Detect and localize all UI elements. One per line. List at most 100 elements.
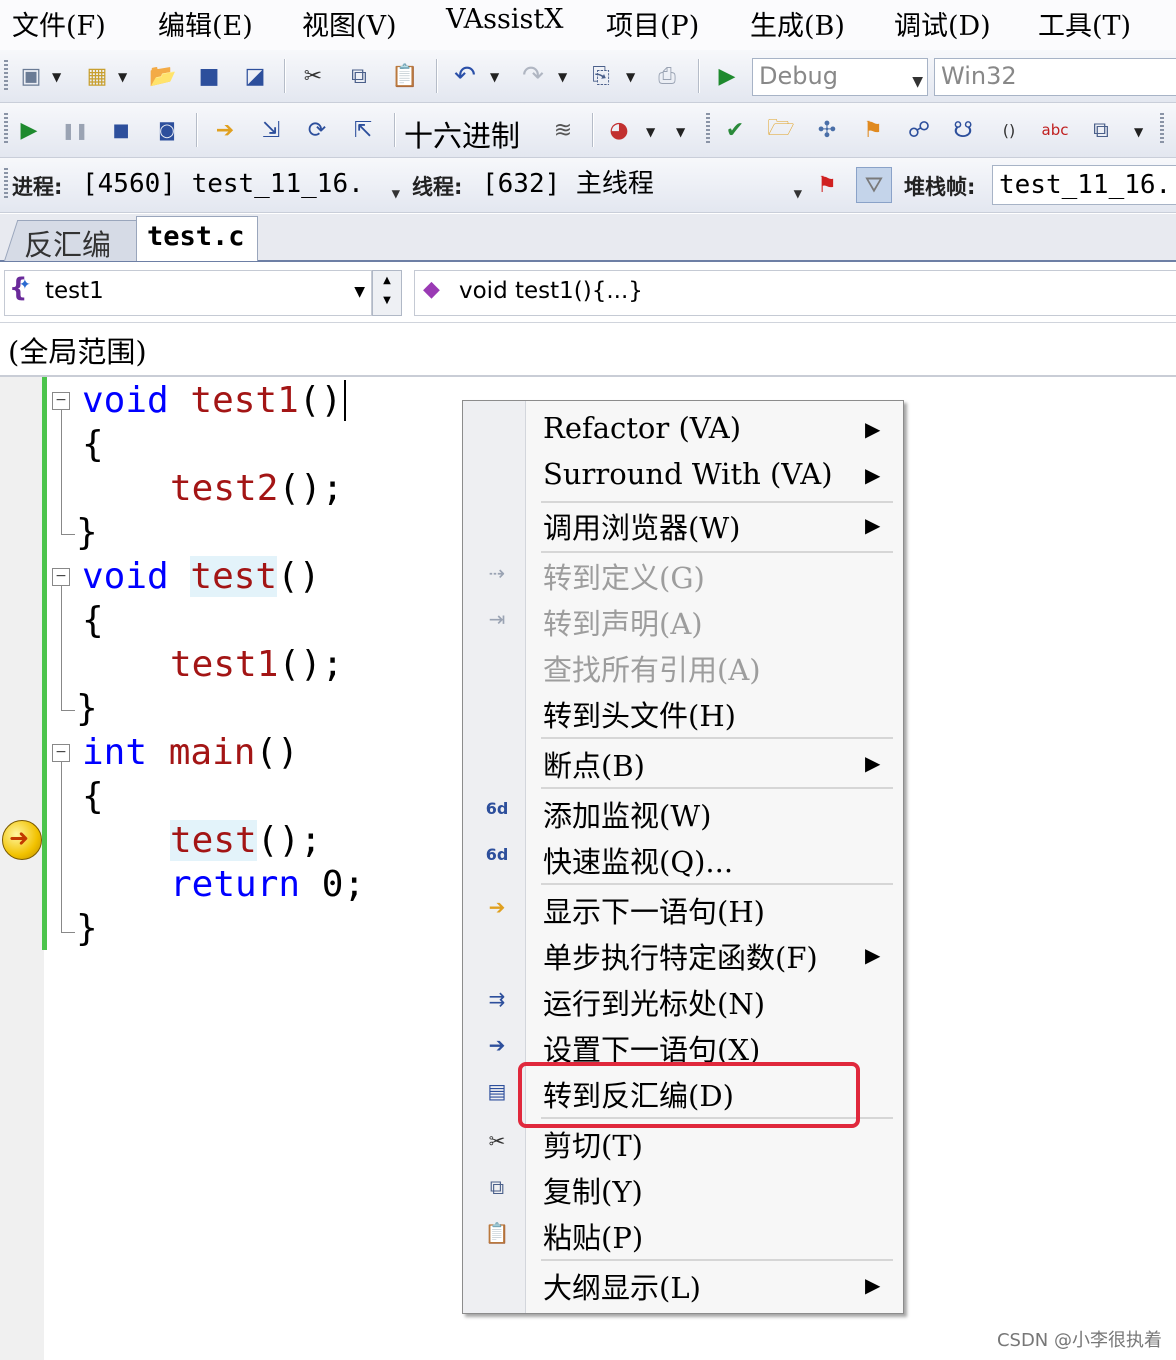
redo-icon[interactable]: ↷ [516, 59, 550, 93]
menu-item-step-into-specific[interactable]: 单步执行特定函数(F) [543, 935, 818, 977]
save-all-icon[interactable]: ◪ [238, 59, 272, 93]
menu-item-cut[interactable]: 剪切(T) [543, 1123, 643, 1165]
menu-item-paste[interactable]: 粘贴(P) [543, 1215, 643, 1257]
add-item-dropdown-icon[interactable]: ▼ [118, 70, 127, 84]
add-item-icon[interactable]: ▦ [80, 59, 114, 93]
restart-icon[interactable]: ◙ [150, 113, 184, 147]
undo-icon[interactable]: ↶ [448, 59, 482, 93]
menu-item-breakpoint[interactable]: 断点(B) [543, 743, 645, 785]
paste-icon[interactable]: 📋 [388, 59, 422, 93]
open-file-va-icon[interactable]: ☋ [946, 113, 980, 147]
code-line: } [76, 908, 98, 949]
hexadecimal-toggle[interactable]: 十六进制 [404, 113, 520, 155]
submenu-arrow-icon: ▶ [865, 1273, 881, 1297]
menu-item-go-to-declaration[interactable]: 转到声明(A) [543, 601, 703, 643]
menu-item-copy[interactable]: 复制(Y) [543, 1169, 643, 1211]
menu-view[interactable]: 视图(V) [302, 4, 397, 43]
menu-item-quick-watch[interactable]: 快速监视(Q)... [543, 839, 733, 881]
tab-test-c[interactable]: test.c [136, 216, 258, 261]
show-threads-icon[interactable]: ≋ [546, 113, 580, 147]
menu-project[interactable]: 项目(P) [606, 4, 699, 43]
list-members-icon[interactable]: ☍ [902, 113, 936, 147]
toggle-current-thread-flag-icon[interactable]: ⚑ [810, 168, 844, 202]
step-into-icon[interactable]: ⇲ [254, 113, 288, 147]
menu-item-go-to-definition[interactable]: 转到定义(G) [543, 555, 705, 597]
document-tab-bar: 反汇编 test.c [0, 214, 1176, 262]
break-all-icon[interactable]: ❚❚ [58, 113, 92, 147]
redo-dropdown-icon[interactable]: ▼ [558, 70, 567, 84]
toolbar-overflow-icon[interactable]: ▼ [676, 125, 685, 139]
windows-dropdown-icon[interactable]: ▼ [646, 125, 655, 139]
code-line: void test1() [82, 380, 368, 421]
navigate-dropdown-icon[interactable]: ▼ [626, 70, 635, 84]
parameter-info-icon[interactable]: () [992, 113, 1026, 147]
menu-tools[interactable]: 工具(T) [1038, 4, 1131, 43]
show-next-statement-icon[interactable]: ➔ [208, 113, 242, 147]
step-over-icon[interactable]: ⟳ [300, 113, 334, 147]
collapse-toggle-icon[interactable]: − [52, 392, 70, 410]
tab-disassembly-label[interactable]: 反汇编 [24, 222, 111, 264]
method-icon: ◆ [423, 277, 440, 302]
collapse-toggle-icon[interactable]: − [52, 568, 70, 586]
menu-file[interactable]: 文件(F) [12, 4, 106, 43]
toolbar-grip[interactable] [4, 113, 8, 145]
member-dropdown[interactable]: ◆ void test1(){...} [414, 270, 1176, 316]
step-out-icon[interactable]: ⇱ [346, 113, 380, 147]
open-file-icon[interactable]: 📂 [146, 59, 180, 93]
breakpoints-window-icon[interactable]: ◕ [602, 113, 636, 147]
stop-debugging-icon[interactable]: ■ [104, 113, 138, 147]
task-list-icon[interactable]: ✔ [718, 113, 752, 147]
cut-icon[interactable]: ✂ [296, 59, 330, 93]
code-line: } [76, 512, 98, 553]
navigate-backward-icon[interactable]: ⎘ [584, 59, 618, 93]
menu-build[interactable]: 生成(B) [750, 4, 845, 43]
code-line: } [76, 688, 98, 729]
menu-item-show-next-statement[interactable]: 显示下一语句(H) [543, 889, 765, 931]
chevron-down-icon: ▼ [391, 186, 400, 202]
menu-item-go-to-header[interactable]: 转到头文件(H) [543, 693, 736, 735]
process-select[interactable]: [4560] test_11_16. ▼ [76, 165, 404, 205]
solution-platform-select[interactable]: Win32 [934, 58, 1176, 96]
toolbar-grip[interactable] [4, 60, 8, 92]
toolbar-grip[interactable] [4, 168, 8, 200]
save-icon[interactable]: ■ [192, 59, 226, 93]
scope-dropdown[interactable]: { ✦ test1 ▼ [4, 270, 372, 316]
continue-icon[interactable]: ▶ [12, 113, 46, 147]
show-flagged-threads-icon[interactable]: ⛛ [856, 167, 892, 203]
new-project-dropdown-icon[interactable]: ▼ [52, 70, 61, 84]
submenu-arrow-icon: ▶ [865, 751, 881, 775]
code-line: { [82, 600, 104, 641]
start-debugging-icon[interactable]: ▶ [710, 59, 744, 93]
menu-item-run-to-cursor[interactable]: 运行到光标处(N) [543, 981, 765, 1023]
stack-frame-select[interactable]: test_11_16. [992, 165, 1176, 205]
toolbar-overflow-icon[interactable]: ▼ [1134, 125, 1143, 139]
breakpoint-gutter[interactable] [0, 377, 44, 1360]
find-symbol-icon[interactable]: ⚑ [856, 113, 890, 147]
copy-icon[interactable]: ⧉ [342, 59, 376, 93]
thread-select[interactable]: [632] 主线程 ▼ [476, 165, 806, 205]
menu-vassistx[interactable]: VAssistX [446, 4, 563, 35]
menu-debug[interactable]: 调试(D) [894, 4, 991, 43]
menu-item-add-watch[interactable]: 添加监视(W) [543, 793, 711, 835]
open-folder-icon[interactable]: 🗁 [764, 113, 798, 147]
menu-item-find-all-references[interactable]: 查找所有引用(A) [543, 647, 761, 689]
paste-history-icon[interactable]: ⧉ [1084, 113, 1118, 147]
undo-dropdown-icon[interactable]: ▼ [490, 70, 499, 84]
menu-item-refactor[interactable]: Refactor (VA) [543, 411, 741, 445]
collapse-toggle-icon[interactable]: − [52, 744, 70, 762]
navigate-forward-icon[interactable]: ⎙ [650, 59, 684, 93]
code-line: test2(); [170, 468, 344, 509]
global-scope-label: (全局范围) [8, 335, 147, 369]
menu-edit[interactable]: 编辑(E) [158, 4, 253, 43]
spell-check-icon[interactable]: abc [1038, 113, 1072, 147]
class-view-icon[interactable]: ✣ [810, 113, 844, 147]
new-project-icon[interactable]: ▣ [14, 59, 48, 93]
menu-item-surround-with[interactable]: Surround With (VA) [543, 457, 833, 491]
navbar-spin-button[interactable]: ▲ ▼ [372, 270, 402, 316]
solution-platform-value: Win32 [941, 62, 1017, 90]
menu-item-outlining[interactable]: 大纲显示(L) [543, 1265, 701, 1307]
menu-item-call-browser[interactable]: 调用浏览器(W) [543, 505, 740, 547]
process-label: 进程: [12, 175, 63, 199]
cut-icon: ✂ [488, 1129, 506, 1153]
solution-config-select[interactable]: Debug ▼ [752, 58, 928, 96]
